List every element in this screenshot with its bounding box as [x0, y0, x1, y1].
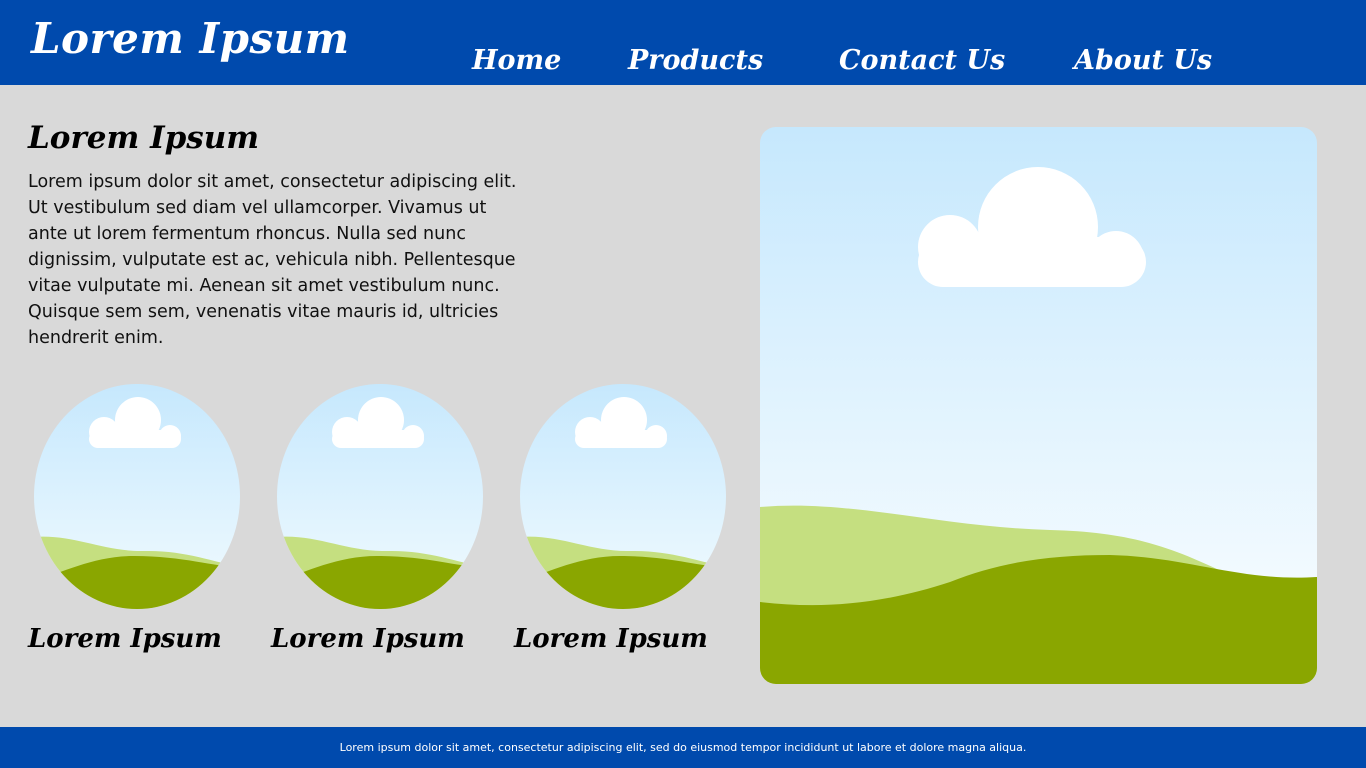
landscape-image-icon — [277, 384, 483, 609]
nav-link-home[interactable]: Home — [472, 45, 561, 76]
intro-paragraph: Lorem ipsum dolor sit amet, consectetur … — [28, 172, 517, 348]
nav-link-about-us[interactable]: About Us — [1074, 45, 1212, 76]
site-header: Lorem Ipsum Home Products Contact Us Abo… — [0, 0, 1366, 85]
gallery-image-1[interactable] — [34, 384, 240, 609]
intro-heading: Lorem Ipsum — [28, 120, 260, 156]
gallery-caption-1: Lorem Ipsum — [28, 624, 222, 654]
landscape-image-icon — [520, 384, 726, 609]
gallery-image-2[interactable] — [277, 384, 483, 609]
nav-link-products[interactable]: Products — [628, 45, 763, 76]
landscape-image-icon — [34, 384, 240, 609]
site-logo[interactable]: Lorem Ipsum — [31, 14, 350, 63]
gallery-image-3[interactable] — [520, 384, 726, 609]
nav-link-contact-us[interactable]: Contact Us — [839, 45, 1005, 76]
gallery-caption-3: Lorem Ipsum — [514, 624, 708, 654]
site-footer: Lorem ipsum dolor sit amet, consectetur … — [0, 727, 1366, 768]
footer-text: Lorem ipsum dolor sit amet, consectetur … — [339, 741, 1027, 754]
hero-image — [760, 127, 1317, 684]
gallery-caption-2: Lorem Ipsum — [271, 624, 465, 654]
landscape-image-icon — [760, 127, 1317, 684]
